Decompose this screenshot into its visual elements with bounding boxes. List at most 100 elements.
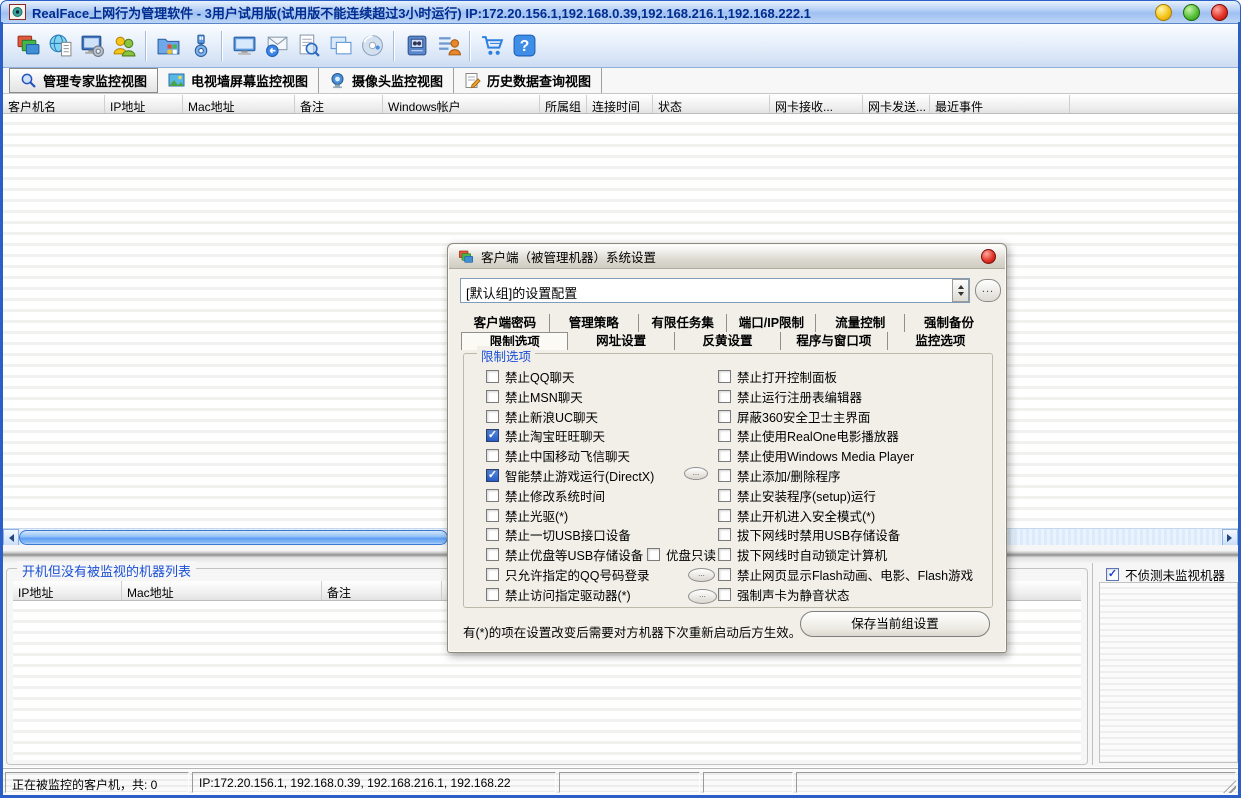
option-row[interactable]: 禁止访问指定驱动器(*) (486, 587, 631, 602)
screen-snapshot-icon[interactable] (325, 31, 355, 61)
window-titlebar[interactable]: RealFace上网行为管理软件 - 3用户试用版(试用版不能连续超过3小时运行… (0, 0, 1241, 24)
usb-lock-icon[interactable] (185, 31, 215, 61)
option-row[interactable]: ✓智能禁止游戏运行(DirectX) (486, 468, 654, 483)
option-row[interactable]: 禁止MSN聊天 (486, 389, 583, 404)
profile-spinner[interactable] (952, 279, 969, 302)
view-tab-3[interactable]: 摄像头监控视图 (319, 68, 454, 93)
web-log-icon[interactable] (45, 31, 75, 61)
window-manager-icon[interactable] (13, 31, 43, 61)
option-row[interactable]: 强制声卡为静音状态 (718, 587, 850, 602)
option-row[interactable]: 禁止修改系统时间 (486, 488, 605, 503)
checkbox[interactable] (647, 548, 660, 561)
dialog-titlebar[interactable]: 客户端（被管理机器）系统设置 (449, 245, 1005, 269)
checkbox[interactable] (486, 370, 499, 383)
offline-column-header[interactable]: Mac地址 (122, 581, 322, 600)
settings-tab[interactable]: 流量控制 (816, 314, 905, 332)
checkbox[interactable] (718, 568, 731, 581)
option-row[interactable]: ✓禁止淘宝旺旺聊天 (486, 428, 605, 443)
checkbox[interactable] (486, 390, 499, 403)
more-options-button[interactable]: ... (688, 589, 717, 604)
option-row[interactable]: 禁止光驱(*) (486, 508, 568, 523)
client-column-header[interactable]: 客户机名 (3, 95, 105, 113)
option-row[interactable]: 禁止添加/删除程序 (718, 468, 840, 483)
client-column-header[interactable]: 最近事件 (930, 95, 1070, 113)
save-group-settings-button[interactable]: 保存当前组设置 (800, 611, 990, 637)
checkbox[interactable] (718, 528, 731, 541)
settings-tab[interactable]: 端口/IP限制 (727, 314, 816, 332)
checkbox[interactable] (486, 548, 499, 561)
file-manager-icon[interactable] (153, 31, 183, 61)
view-tab-2[interactable]: 电视墙屏幕监控视图 (158, 68, 319, 93)
sub-option[interactable]: 优盘只读 (647, 545, 716, 564)
checkbox[interactable] (486, 588, 499, 601)
detect-unmonitored-checkbox[interactable]: ✓ (1106, 568, 1119, 581)
checkbox[interactable] (718, 548, 731, 561)
checkbox[interactable] (718, 429, 731, 442)
client-column-header[interactable]: IP地址 (105, 95, 183, 113)
client-column-header[interactable]: 网卡接收... (770, 95, 863, 113)
settings-tab[interactable]: 监控选项 (888, 332, 993, 350)
scroll-right-button[interactable] (1222, 529, 1238, 546)
maximize-button[interactable] (1183, 4, 1200, 21)
checkbox[interactable] (718, 469, 731, 482)
checkbox[interactable] (486, 410, 499, 423)
settings-tab[interactable]: 强制备份 (905, 314, 993, 332)
view-tab-4[interactable]: 历史数据查询视图 (454, 68, 602, 93)
checkbox[interactable] (718, 449, 731, 462)
settings-tab[interactable]: 反黄设置 (675, 332, 781, 350)
group-profile-selector[interactable]: [默认组]的设置配置 (460, 278, 970, 303)
client-column-header[interactable]: 所属组 (540, 95, 587, 113)
option-row[interactable]: 禁止中国移动飞信聊天 (486, 448, 630, 463)
cdrom-icon[interactable] (357, 31, 387, 61)
checkbox[interactable]: ✓ (486, 469, 499, 482)
client-column-header[interactable]: 网卡发送... (863, 95, 930, 113)
address-book-icon[interactable] (401, 31, 431, 61)
option-row[interactable]: 禁止安装程序(setup)运行 (718, 488, 876, 503)
checkbox[interactable] (486, 449, 499, 462)
client-column-header[interactable]: 状态 (653, 95, 770, 113)
option-row[interactable]: 禁止打开控制面板 (718, 369, 837, 384)
log-search-icon[interactable] (293, 31, 323, 61)
checkbox[interactable] (486, 509, 499, 522)
offline-column-header[interactable]: 备注 (322, 581, 442, 600)
minimize-button[interactable] (1155, 4, 1172, 21)
client-column-header[interactable]: 备注 (295, 95, 383, 113)
settings-tab[interactable]: 客户端密码 (461, 314, 550, 332)
checkbox[interactable] (486, 528, 499, 541)
help-icon[interactable]: ? (509, 31, 539, 61)
option-row[interactable]: 禁止QQ聊天 (486, 369, 574, 384)
option-row[interactable]: 禁止运行注册表编辑器 (718, 389, 862, 404)
option-row[interactable]: 拔下网线时禁用USB存储设备 (718, 527, 900, 542)
close-button[interactable] (1211, 4, 1228, 21)
client-column-header[interactable]: Mac地址 (183, 95, 295, 113)
profile-browse-button[interactable]: ... (975, 279, 1001, 302)
checkbox[interactable] (718, 509, 731, 522)
checkbox[interactable] (486, 568, 499, 581)
option-row[interactable]: 禁止新浪UC聊天 (486, 409, 598, 424)
user-report-icon[interactable] (433, 31, 463, 61)
remote-settings-icon[interactable] (77, 31, 107, 61)
checkbox[interactable] (718, 390, 731, 403)
more-options-button[interactable]: ... (684, 467, 708, 480)
settings-tab[interactable]: 网址设置 (568, 332, 674, 350)
more-options-button[interactable]: ... (688, 568, 715, 582)
checkbox[interactable] (718, 588, 731, 601)
dialog-close-button[interactable] (981, 249, 996, 264)
option-row[interactable]: 禁止一切USB接口设备 (486, 527, 631, 542)
checkbox[interactable]: ✓ (486, 429, 499, 442)
option-row[interactable]: 禁止使用Windows Media Player (718, 448, 914, 463)
scroll-left-button[interactable] (3, 529, 19, 546)
settings-tab[interactable]: 有限任务集 (639, 314, 728, 332)
option-row[interactable]: 禁止使用RealOne电影播放器 (718, 428, 899, 443)
purchase-icon[interactable] (477, 31, 507, 61)
settings-tab[interactable]: 程序与窗口项 (781, 332, 887, 350)
view-tab-1[interactable]: 管理专家监控视图 (9, 68, 158, 93)
option-row[interactable]: 禁止开机进入安全模式(*) (718, 508, 875, 523)
checkbox[interactable] (718, 370, 731, 383)
settings-tab[interactable]: 管理策略 (550, 314, 639, 332)
client-column-header[interactable]: 连接时间 (587, 95, 653, 113)
offline-column-header[interactable]: IP地址 (13, 581, 122, 600)
send-message-icon[interactable] (261, 31, 291, 61)
checkbox[interactable] (718, 489, 731, 502)
screen-wall-icon[interactable] (229, 31, 259, 61)
